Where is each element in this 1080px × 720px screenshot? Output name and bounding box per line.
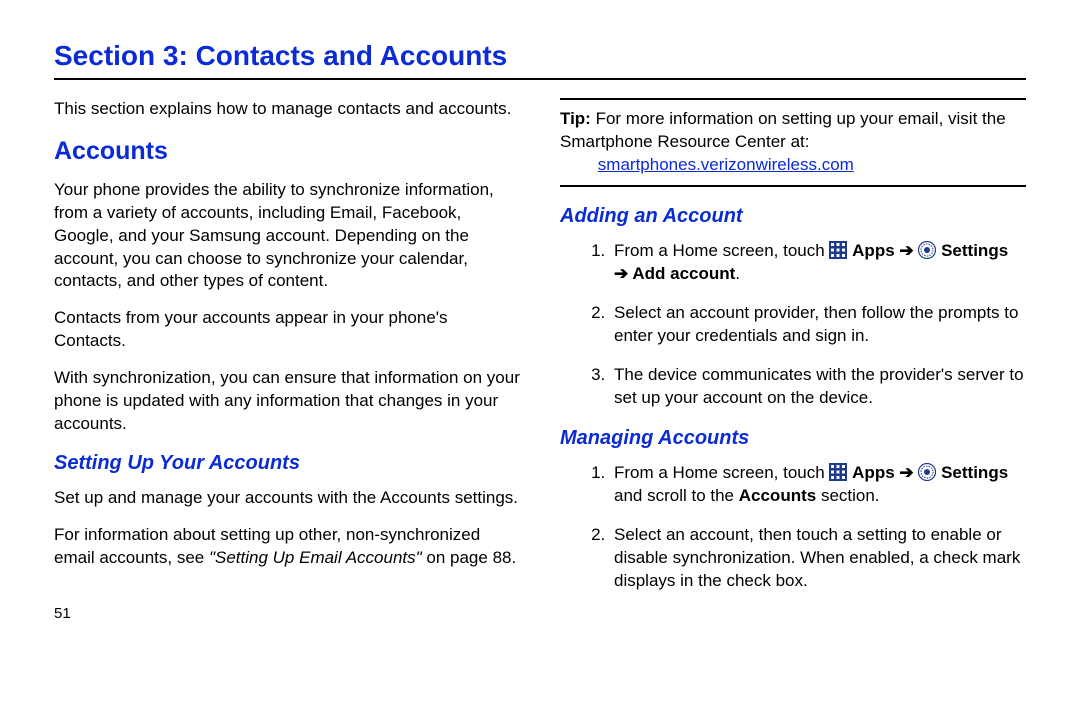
mng1-end: section. (816, 486, 879, 505)
left-column: This section explains how to manage cont… (54, 98, 520, 624)
section-title: Section 3: Contacts and Accounts (54, 40, 1026, 72)
managing-steps: From a Home screen, touch Apps ➔ (560, 462, 1026, 593)
tip-text: For more information on setting up your … (560, 109, 1006, 151)
xref-title: "Setting Up Email Accounts" (209, 548, 422, 567)
add1-pre: From a Home screen, touch (614, 241, 829, 260)
accounts-p1: Your phone provides the ability to synch… (54, 179, 520, 294)
mng1-accounts: Accounts (739, 486, 816, 505)
add-step-1: From a Home screen, touch Apps ➔ (610, 240, 1026, 286)
mng-step-1: From a Home screen, touch Apps ➔ (610, 462, 1026, 508)
add-step-3: The device communicates with the provide… (610, 364, 1026, 410)
tip-rule-bottom (560, 185, 1026, 187)
mng-step-2: Select an account, then touch a setting … (610, 524, 1026, 593)
mng1-pre: From a Home screen, touch (614, 463, 829, 482)
accounts-p3: With synchronization, you can ensure tha… (54, 367, 520, 436)
apps-icon (829, 241, 847, 259)
setting-up-p1: Set up and manage your accounts with the… (54, 487, 520, 510)
label-apps-2: Apps (852, 463, 895, 482)
label-settings: Settings (941, 241, 1008, 260)
label-apps: Apps (852, 241, 895, 260)
adding-steps: From a Home screen, touch Apps ➔ (560, 240, 1026, 410)
label-settings-2: Settings (941, 463, 1008, 482)
section-rule (54, 78, 1026, 80)
arrow-3: ➔ (895, 463, 919, 482)
arrow-2: ➔ (614, 264, 632, 283)
settings-icon (918, 463, 936, 481)
tip-label: Tip: (560, 109, 591, 128)
intro-text: This section explains how to manage cont… (54, 98, 520, 121)
heading-accounts: Accounts (54, 135, 520, 169)
xref-post: on page 88. (422, 548, 517, 567)
heading-adding: Adding an Account (560, 203, 1026, 230)
right-column: Tip: For more information on setting up … (560, 98, 1026, 624)
add1-dot: . (735, 264, 740, 283)
tip-block: Tip: For more information on setting up … (560, 108, 1026, 177)
setting-up-xref: For information about setting up other, … (54, 524, 520, 570)
add-step-2: Select an account provider, then follow … (610, 302, 1026, 348)
arrow-1: ➔ (895, 241, 919, 260)
heading-managing: Managing Accounts (560, 425, 1026, 452)
page-number: 51 (54, 604, 520, 624)
heading-setting-up: Setting Up Your Accounts (54, 450, 520, 477)
tip-rule-top (560, 98, 1026, 100)
apps-icon (829, 463, 847, 481)
settings-icon (918, 241, 936, 259)
mng1-tail: and scroll to the (614, 486, 739, 505)
accounts-p2: Contacts from your accounts appear in yo… (54, 307, 520, 353)
tip-link[interactable]: smartphones.verizonwireless.com (598, 155, 854, 174)
label-add-account: Add account (632, 264, 735, 283)
